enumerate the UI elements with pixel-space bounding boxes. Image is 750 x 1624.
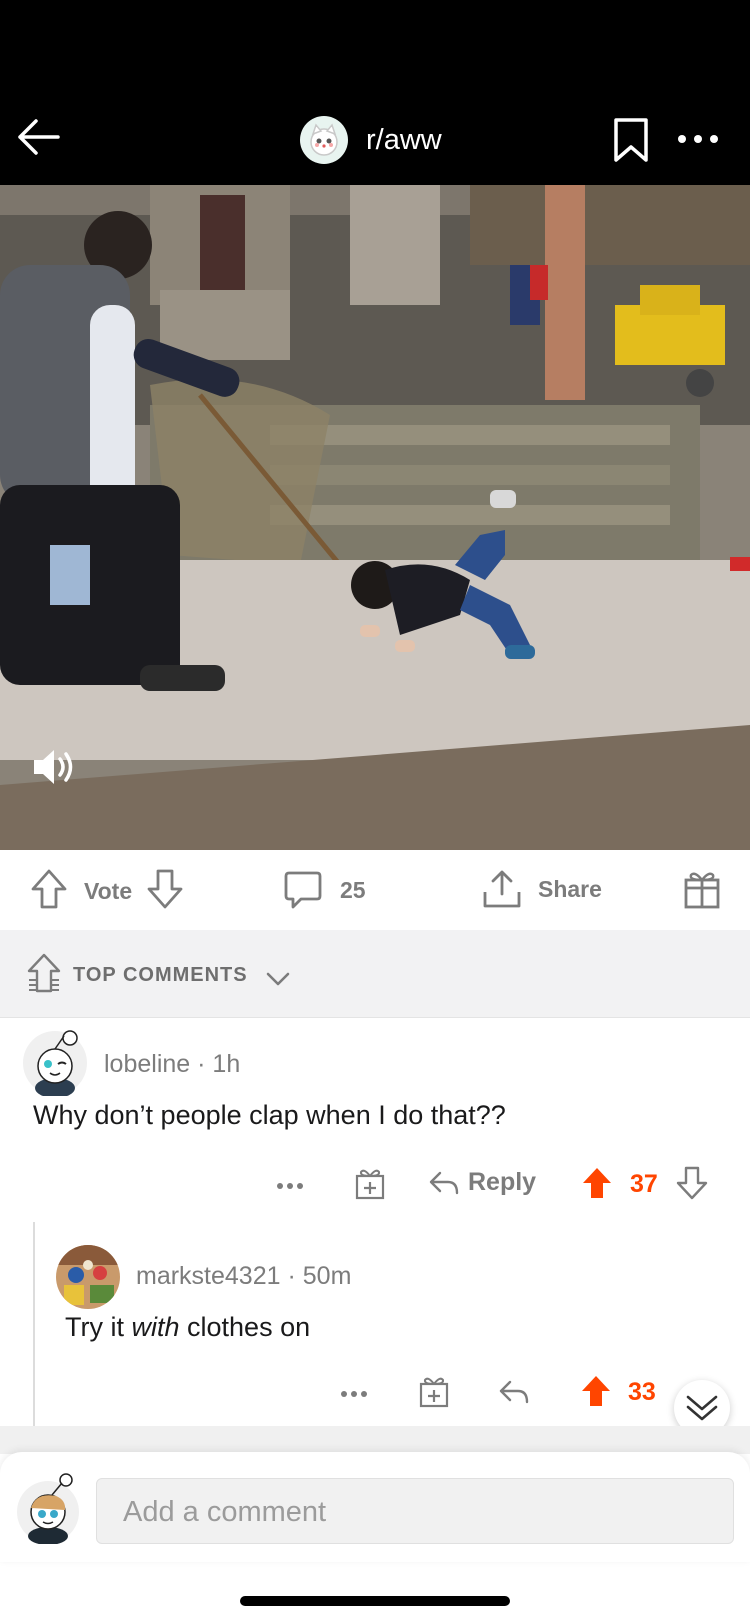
comment-count: 25 — [340, 876, 366, 903]
comment-score: 37 — [630, 1170, 658, 1198]
comment-item: markste4321 · 50m Try it with clothes on… — [0, 1222, 750, 1426]
award-icon[interactable] — [354, 1166, 386, 1200]
reply-label: Reply — [468, 1168, 537, 1196]
post-action-bar: Vote 25 Share — [0, 850, 750, 930]
award-icon — [684, 872, 720, 909]
video-player[interactable] — [0, 185, 750, 850]
more-icon[interactable] — [276, 1182, 304, 1190]
sort-icon — [27, 953, 61, 993]
video-frame — [0, 185, 750, 850]
comment-sort-bar[interactable]: TOP COMMENTS — [0, 930, 750, 1018]
comment-body-text: Try it — [65, 1312, 132, 1342]
avatar[interactable] — [16, 1470, 80, 1545]
back-button[interactable] — [14, 112, 64, 162]
comment-composer: Add a comment — [0, 1452, 750, 1562]
comment-meta: lobeline · 1h — [104, 1050, 240, 1079]
comment-actions: 33 — [0, 1374, 750, 1414]
comment-body: Try it with clothes on — [65, 1312, 310, 1343]
bookmark-button[interactable] — [612, 117, 650, 168]
more-icon — [678, 135, 718, 143]
section-divider — [0, 1426, 750, 1454]
upvote-icon[interactable] — [581, 1166, 613, 1200]
share-label: Share — [538, 875, 602, 902]
meta-separator: · — [287, 1262, 303, 1290]
comment-username[interactable]: lobeline — [104, 1050, 190, 1078]
avatar[interactable] — [22, 1030, 88, 1098]
back-arrow-icon — [18, 119, 60, 155]
comment-score: 33 — [628, 1378, 656, 1406]
comment-username[interactable]: markste4321 — [136, 1262, 281, 1290]
chevron-down-icon — [266, 972, 290, 986]
double-chevron-down-icon — [686, 1395, 718, 1421]
comment-body-text: clothes on — [179, 1312, 311, 1342]
comment-body-emphasis: with — [131, 1312, 180, 1342]
downvote-icon — [147, 869, 183, 909]
volume-icon — [34, 750, 73, 784]
comment-item: lobeline · 1h Why don’t people clap when… — [0, 1018, 750, 1218]
more-icon[interactable] — [340, 1390, 368, 1398]
comment-meta: markste4321 · 50m — [136, 1262, 351, 1291]
reply-icon — [429, 1171, 459, 1194]
subreddit-link[interactable]: r/aww — [300, 114, 442, 166]
volume-button[interactable] — [30, 745, 80, 789]
share-button[interactable]: Share — [482, 868, 602, 910]
upvote-icon — [31, 869, 67, 909]
comment-actions: Reply 37 — [0, 1166, 750, 1206]
subreddit-avatar-icon — [300, 116, 348, 164]
meta-separator: · — [197, 1050, 213, 1078]
avatar[interactable] — [56, 1245, 120, 1309]
comments-button[interactable]: 25 — [284, 870, 366, 910]
upvote-button[interactable] — [30, 868, 68, 915]
comment-time: 1h — [212, 1050, 241, 1078]
comment-body: Why don’t people clap when I do that?? — [33, 1100, 506, 1130]
reply-icon[interactable] — [498, 1378, 530, 1406]
comment-icon — [284, 871, 322, 909]
vote-group: Vote — [30, 868, 184, 915]
award-icon[interactable] — [418, 1374, 450, 1408]
comment-time: 50m — [302, 1262, 352, 1290]
upvote-icon[interactable] — [580, 1374, 612, 1408]
more-button[interactable] — [676, 132, 720, 150]
vote-label: Vote — [84, 878, 133, 904]
subreddit-name: r/aww — [366, 123, 442, 156]
bookmark-icon — [614, 118, 648, 162]
downvote-button[interactable] — [146, 868, 184, 915]
share-icon — [483, 870, 521, 908]
reply-button[interactable]: Reply — [428, 1168, 536, 1197]
award-button[interactable] — [683, 868, 721, 915]
comment-input[interactable]: Add a comment — [96, 1478, 734, 1544]
sort-label: TOP COMMENTS — [73, 964, 248, 986]
downvote-icon[interactable] — [676, 1166, 708, 1200]
home-indicator — [240, 1596, 510, 1606]
